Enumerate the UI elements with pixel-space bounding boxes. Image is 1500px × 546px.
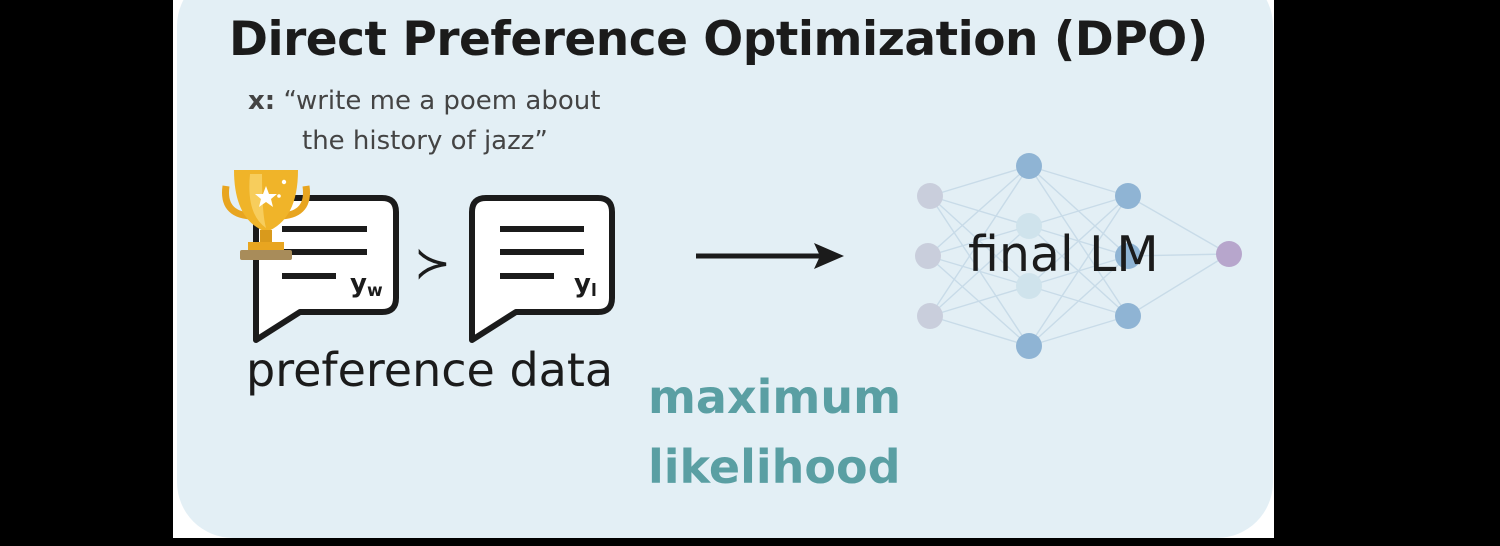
neural-network-edge bbox=[1028, 195, 1129, 227]
neural-network-edge bbox=[1028, 165, 1129, 197]
neural-network-node bbox=[917, 303, 943, 329]
objective-text-line1: maximum bbox=[648, 370, 902, 424]
neural-network-edge bbox=[929, 285, 1030, 317]
neural-network-edge bbox=[929, 165, 1030, 197]
neural-network-node bbox=[915, 243, 941, 269]
preference-data-caption: preference data bbox=[246, 343, 614, 397]
speech-bubble-icon bbox=[469, 195, 615, 343]
objective-text-line2: likelihood bbox=[648, 440, 901, 494]
preference-comparator: ≻ bbox=[414, 238, 451, 289]
arrow-right-icon bbox=[696, 243, 844, 269]
neural-network-node bbox=[1115, 183, 1141, 209]
neural-network-node bbox=[917, 183, 943, 209]
neural-network-node bbox=[1216, 241, 1242, 267]
neural-network-edge bbox=[1028, 315, 1129, 347]
neural-network-edge bbox=[929, 315, 1030, 347]
neural-network-node bbox=[1115, 303, 1141, 329]
neural-network-node bbox=[1016, 153, 1042, 179]
neural-network-node bbox=[1016, 333, 1042, 359]
final-model-label: final LM bbox=[968, 226, 1159, 283]
